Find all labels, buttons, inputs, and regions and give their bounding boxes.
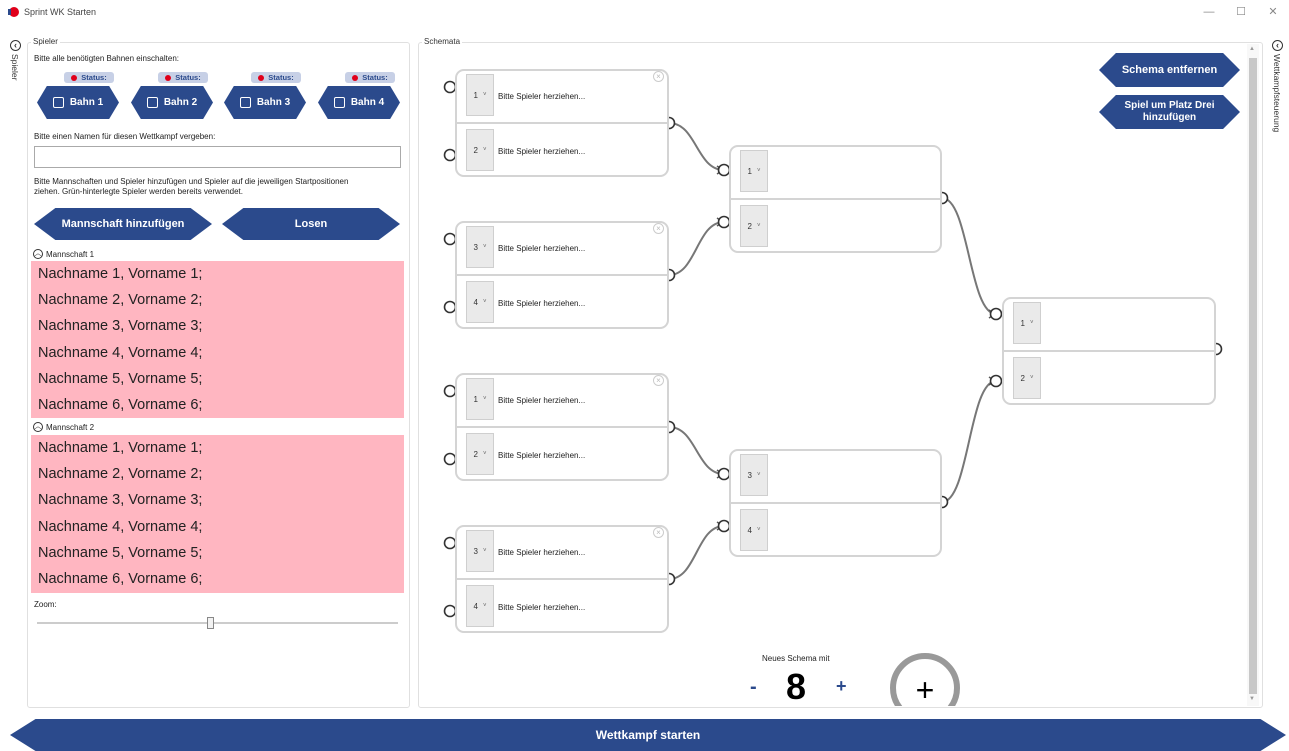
position-dropdown[interactable]: 4 ˅ — [466, 585, 494, 627]
position-number: 2 — [1020, 373, 1025, 383]
connector-line — [668, 221, 725, 276]
connector-line — [941, 380, 997, 503]
match-box: 1 ˅ Bitte Spieler herziehen... 2 ˅ Bitte Spie… — [455, 373, 669, 481]
position-dropdown[interactable]: 3 ˅ — [466, 530, 494, 572]
chevron-down-icon: ˅ — [482, 147, 487, 153]
chevron-down-icon: ˅ — [482, 92, 487, 98]
player-drop-target[interactable]: Bitte Spieler herziehen... — [498, 92, 585, 101]
close-match-icon[interactable]: × — [653, 223, 664, 234]
chevron-down-icon: ˅ — [482, 603, 487, 609]
connector-line — [941, 197, 997, 315]
position-dropdown[interactable]: 2 ˅ — [466, 433, 494, 475]
match-divider — [457, 578, 667, 580]
chevron-down-icon: ˅ — [482, 451, 487, 457]
increment-button[interactable]: + — [836, 676, 847, 697]
connector-node-icon — [443, 604, 457, 618]
match-box: 1 ˅ 2 ˅ — [1002, 297, 1216, 405]
position-number: 2 — [473, 145, 478, 155]
connector-node-icon — [443, 300, 457, 314]
position-number: 4 — [473, 601, 478, 611]
connector-node-icon — [443, 80, 457, 94]
match-divider — [1004, 350, 1214, 352]
connector-node-icon — [443, 384, 457, 398]
match-box: 3 ˅ Bitte Spieler herziehen... 4 ˅ Bitte Spie… — [455, 525, 669, 633]
chevron-down-icon: ˅ — [756, 168, 761, 174]
connector-node-icon — [989, 374, 1003, 388]
match-divider — [457, 426, 667, 428]
position-number: 2 — [473, 449, 478, 459]
chevron-down-icon: ˅ — [482, 244, 487, 250]
connector-node-icon — [443, 232, 457, 246]
connector-node-icon — [717, 215, 731, 229]
position-number: 1 — [473, 394, 478, 404]
position-dropdown[interactable]: 1 ˅ — [466, 378, 494, 420]
add-schema-icon[interactable]: + — [890, 653, 960, 706]
player-drop-target[interactable]: Bitte Spieler herziehen... — [498, 451, 585, 460]
player-drop-target[interactable]: Bitte Spieler herziehen... — [498, 548, 585, 557]
new-schema-label: Neues Schema mit — [762, 654, 830, 663]
position-number: 1 — [747, 166, 752, 176]
connector-node-icon — [717, 163, 731, 177]
close-match-icon[interactable]: × — [653, 375, 664, 386]
position-dropdown[interactable]: 1 ˅ — [1013, 302, 1041, 344]
chevron-down-icon: ˅ — [482, 396, 487, 402]
position-dropdown[interactable]: 1 ˅ — [466, 74, 494, 116]
connector-node-icon — [717, 519, 731, 533]
position-number: 3 — [473, 546, 478, 556]
position-number: 4 — [473, 297, 478, 307]
third-place-label-2: hinzufügen — [1142, 112, 1197, 123]
match-divider — [457, 274, 667, 276]
player-drop-target[interactable]: Bitte Spieler herziehen... — [498, 147, 585, 156]
position-dropdown[interactable]: 3 ˅ — [740, 454, 768, 496]
remove-schema-button[interactable]: Schema entfernen — [1099, 53, 1240, 87]
position-dropdown[interactable]: 3 ˅ — [466, 226, 494, 268]
position-dropdown[interactable]: 2 ˅ — [1013, 357, 1041, 399]
connector-node-icon — [443, 148, 457, 162]
player-drop-target[interactable]: Bitte Spieler herziehen... — [498, 396, 585, 405]
connector-line — [668, 426, 725, 475]
chevron-down-icon: ˅ — [756, 223, 761, 229]
player-drop-target[interactable]: Bitte Spieler herziehen... — [498, 244, 585, 253]
close-match-icon[interactable]: × — [653, 71, 664, 82]
position-dropdown[interactable]: 2 ˅ — [740, 205, 768, 247]
connector-line — [668, 525, 725, 580]
decrement-button[interactable]: - — [750, 676, 757, 699]
connector-node-icon — [443, 452, 457, 466]
player-drop-target[interactable]: Bitte Spieler herziehen... — [498, 299, 585, 308]
chevron-down-icon: ˅ — [482, 299, 487, 305]
third-place-label-1: Spiel um Platz Drei — [1124, 100, 1215, 111]
match-box: 1 ˅ Bitte Spieler herziehen... 2 ˅ Bitte Spie… — [455, 69, 669, 177]
close-match-icon[interactable]: × — [653, 527, 664, 538]
position-number: 4 — [747, 525, 752, 535]
connector-node-icon — [989, 307, 1003, 321]
match-box: 3 ˅ Bitte Spieler herziehen... 4 ˅ Bitte Spie… — [455, 221, 669, 329]
match-box: 1 ˅ 2 ˅ — [729, 145, 942, 253]
chevron-down-icon: ˅ — [482, 548, 487, 554]
position-number: 3 — [747, 470, 752, 480]
connector-node-icon — [443, 536, 457, 550]
schema-count: 8 — [786, 666, 807, 707]
player-drop-target[interactable]: Bitte Spieler herziehen... — [498, 603, 585, 612]
position-number: 1 — [1020, 318, 1025, 328]
position-number: 3 — [473, 242, 478, 252]
position-dropdown[interactable]: 4 ˅ — [466, 281, 494, 323]
third-place-button[interactable]: Spiel um Platz Drei hinzufügen — [1099, 95, 1240, 129]
chevron-down-icon: ˅ — [1029, 375, 1034, 381]
chevron-down-icon: ˅ — [756, 527, 761, 533]
match-divider — [457, 122, 667, 124]
position-dropdown[interactable]: 4 ˅ — [740, 509, 768, 551]
match-divider — [731, 198, 940, 200]
position-number: 1 — [473, 90, 478, 100]
connector-line — [668, 122, 725, 171]
position-dropdown[interactable]: 1 ˅ — [740, 150, 768, 192]
position-dropdown[interactable]: 2 ˅ — [466, 129, 494, 171]
add-schema-button[interactable]: + — [888, 653, 962, 706]
chevron-down-icon: ˅ — [1029, 320, 1034, 326]
chevron-down-icon: ˅ — [756, 472, 761, 478]
match-divider — [731, 502, 940, 504]
position-number: 2 — [747, 221, 752, 231]
start-competition-button[interactable]: Wettkampf starten — [10, 719, 1286, 751]
connector-node-icon — [717, 467, 731, 481]
match-box: 3 ˅ 4 ˅ — [729, 449, 942, 557]
